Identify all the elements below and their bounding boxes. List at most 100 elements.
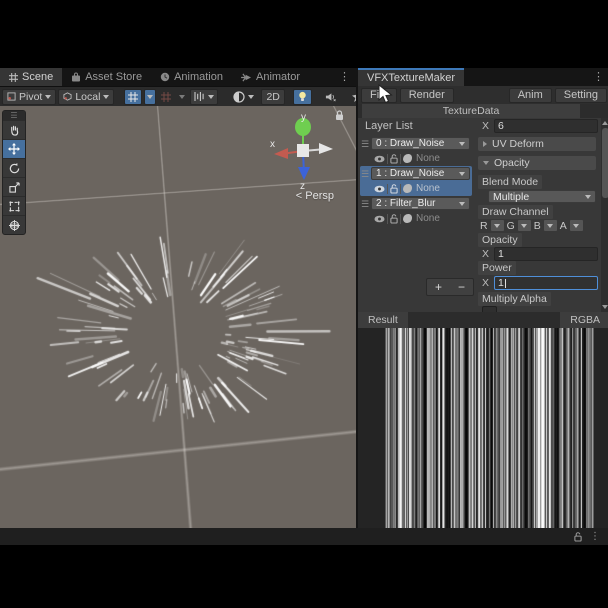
layer-2-map[interactable]: None bbox=[416, 213, 440, 224]
shading-mode-button[interactable] bbox=[228, 89, 259, 105]
rect-tool[interactable] bbox=[3, 196, 25, 215]
tools-overlay-handle[interactable]: ☰ bbox=[3, 111, 25, 120]
grid-snap-dropdown[interactable] bbox=[144, 88, 157, 105]
tab-vfxtexturemaker[interactable]: VFXTextureMaker bbox=[358, 68, 465, 86]
axis-y-label: y bbox=[301, 112, 306, 123]
statusbar-menu-icon[interactable]: ⋮ bbox=[590, 531, 600, 542]
drag-handle-icon[interactable]: ☰ bbox=[361, 139, 369, 150]
scrollbar-thumb[interactable] bbox=[602, 128, 608, 198]
hand-tool[interactable] bbox=[3, 120, 25, 139]
transform-icon bbox=[8, 219, 20, 231]
add-layer-button[interactable]: + bbox=[435, 281, 442, 293]
layer-0-dropdown[interactable]: 0 : Draw_Noise bbox=[371, 137, 470, 150]
anim-button[interactable]: Anim bbox=[508, 87, 552, 103]
scroll-up-icon[interactable] bbox=[602, 121, 608, 125]
lock-open-icon[interactable] bbox=[390, 153, 398, 164]
blend-mode-row: Blend Mode bbox=[474, 175, 600, 189]
channel-selectors: R G B A bbox=[478, 219, 598, 232]
count-field-input[interactable]: 6 bbox=[494, 119, 598, 133]
remove-layer-button[interactable]: − bbox=[458, 281, 465, 293]
tab-animation[interactable]: Animation bbox=[151, 68, 232, 86]
properties-scrollbar[interactable] bbox=[601, 118, 608, 312]
channel-a-dropdown[interactable] bbox=[568, 219, 584, 232]
layer-row-0[interactable]: ☰ 0 : Draw_Noise None bbox=[360, 136, 472, 166]
rotate-tool[interactable] bbox=[3, 158, 25, 177]
layer-list-title: Layer List bbox=[365, 120, 413, 132]
channel-g-dropdown[interactable] bbox=[516, 219, 532, 232]
orientation-gizmo[interactable]: y x z bbox=[264, 112, 342, 190]
opacity-field-input[interactable]: 1 bbox=[494, 247, 598, 261]
multiply-alpha-label: Multiply Alpha bbox=[478, 292, 551, 306]
layer-0-map[interactable]: None bbox=[416, 153, 440, 164]
scale-tool[interactable] bbox=[3, 177, 25, 196]
lock-open-icon[interactable] bbox=[390, 213, 398, 224]
count-field-row: X 6 bbox=[474, 119, 600, 133]
move-tool[interactable] bbox=[3, 139, 25, 158]
blend-mode-dropdown[interactable]: Multiple bbox=[488, 190, 596, 203]
scene-tab-menu-icon[interactable]: ⋮ bbox=[339, 70, 350, 83]
draw-channel-row: Draw Channel bbox=[474, 205, 600, 219]
texture-thumb-icon[interactable] bbox=[403, 184, 412, 193]
texture-thumb-icon[interactable] bbox=[403, 214, 412, 223]
layer-add-remove: + − bbox=[426, 278, 474, 296]
2d-toggle-button[interactable]: 2D bbox=[261, 88, 285, 105]
channel-r-dropdown[interactable] bbox=[489, 219, 505, 232]
layer-2-dropdown[interactable]: 2 : Filter_Blur bbox=[371, 197, 470, 210]
tab-asset-store[interactable]: Asset Store bbox=[62, 68, 151, 86]
hand-icon bbox=[10, 125, 18, 136]
speaker-icon bbox=[325, 92, 336, 101]
transform-tool[interactable] bbox=[3, 215, 25, 234]
axis-x-cone[interactable] bbox=[274, 148, 288, 159]
axis-z-cone[interactable] bbox=[298, 167, 310, 180]
pivot-button[interactable]: Pivot bbox=[2, 88, 57, 105]
scene-viewport[interactable]: y x z < Persp ☰ bbox=[0, 106, 356, 528]
vfx-menu-row: File Render Anim Setting bbox=[358, 86, 608, 104]
layer-1-map[interactable]: None bbox=[416, 183, 440, 194]
drag-handle-icon[interactable]: ☰ bbox=[361, 169, 369, 180]
rgba-mode-button[interactable]: RGBA bbox=[560, 312, 608, 328]
snap-settings-button[interactable] bbox=[190, 88, 219, 105]
tab-scene-label: Scene bbox=[22, 71, 54, 83]
visibility-eye-icon[interactable] bbox=[374, 155, 385, 163]
setting-button[interactable]: Setting bbox=[554, 87, 607, 103]
render-button[interactable]: Render bbox=[399, 87, 454, 103]
statusbar-lock-icon[interactable] bbox=[574, 531, 582, 542]
layer-1-dropdown[interactable]: 1 : Draw_Noise bbox=[371, 167, 470, 180]
channel-b-dropdown[interactable] bbox=[542, 219, 558, 232]
audio-toggle-button[interactable] bbox=[320, 89, 341, 105]
texturedata-content: Layer List ☰ 0 : Draw_Noise None ☰ 1: D… bbox=[358, 118, 608, 320]
increment-snap-dropdown[interactable] bbox=[176, 89, 188, 105]
visibility-eye-icon[interactable] bbox=[374, 185, 385, 193]
rect-icon bbox=[8, 200, 20, 212]
lock-open-icon[interactable] bbox=[390, 183, 398, 194]
tab-animator[interactable]: Animator bbox=[232, 68, 309, 86]
layer-row-1[interactable]: ☰ 1 : Draw_Noise None bbox=[360, 166, 472, 196]
lighting-toggle-button[interactable] bbox=[292, 88, 312, 105]
vfx-tab-menu-icon[interactable]: ⋮ bbox=[593, 70, 604, 83]
local-button[interactable]: Local bbox=[58, 88, 115, 105]
channel-a-label: A bbox=[559, 219, 567, 232]
drag-handle-icon[interactable]: ☰ bbox=[361, 199, 369, 210]
local-dropdown-icon bbox=[103, 94, 110, 99]
power-field-input[interactable]: 1 bbox=[494, 276, 598, 290]
persp-label[interactable]: < Persp bbox=[296, 190, 334, 202]
mouse-cursor bbox=[378, 84, 393, 104]
grid-snap-button[interactable] bbox=[124, 88, 143, 105]
scroll-down-icon[interactable] bbox=[602, 305, 608, 309]
scene-lock-icon[interactable] bbox=[335, 110, 344, 121]
tab-scene[interactable]: Scene bbox=[0, 68, 63, 86]
texturedata-header: TextureData bbox=[362, 104, 580, 118]
texture-thumb-icon[interactable] bbox=[403, 154, 412, 163]
dropdown-arrow-icon bbox=[459, 201, 465, 206]
gizmo-center-cube[interactable] bbox=[297, 144, 309, 157]
uv-deform-foldout[interactable]: UV Deform bbox=[478, 137, 596, 151]
opacity-label: Opacity bbox=[478, 233, 522, 247]
increment-snap-button[interactable] bbox=[158, 89, 174, 105]
axis-back-cone[interactable] bbox=[319, 143, 333, 154]
visibility-eye-icon[interactable] bbox=[374, 215, 385, 223]
layer-row-2[interactable]: ☰ 2 : Filter_Blur None bbox=[360, 196, 472, 226]
power-field-label: X bbox=[482, 277, 490, 289]
layer-0-name: 0 : Draw_Noise bbox=[376, 138, 445, 149]
opacity-foldout[interactable]: Opacity bbox=[478, 156, 596, 170]
opacity-field-label: X bbox=[482, 248, 490, 260]
